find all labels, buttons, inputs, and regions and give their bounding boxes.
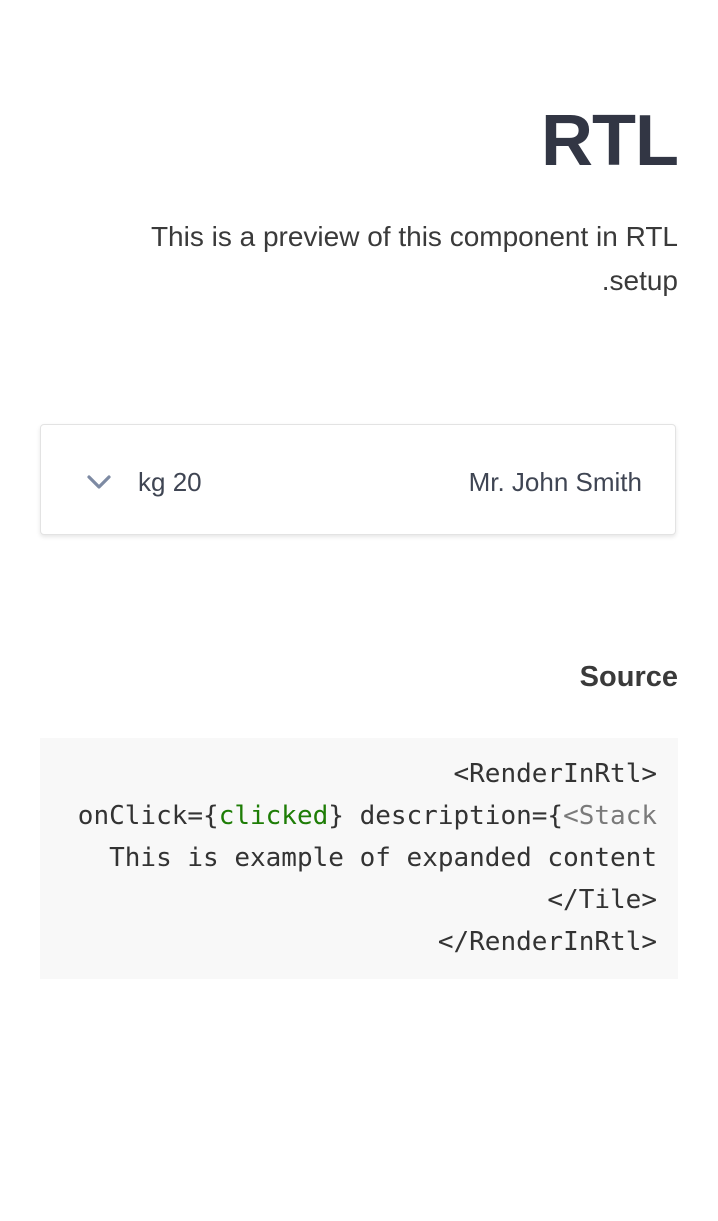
code-line-render-close: <RenderInRtl/> <box>437 927 657 957</box>
chevron-down-icon[interactable] <box>85 472 113 492</box>
code-line-expanded-content: This is example of expanded content <box>109 843 657 873</box>
page-title: RTL <box>541 101 679 181</box>
source-code-block: <RenderInRtl> onClick={clicked} descript… <box>40 738 678 979</box>
code-stack-token: <Stack <box>563 801 657 831</box>
code-clicked-token: clicked <box>218 801 329 831</box>
code-line-stack: onClick={clicked} description={<Stack <box>48 795 657 837</box>
code-onclick-token: onClick={ <box>77 801 219 831</box>
tile-name: Mr. John Smith <box>468 467 642 497</box>
tile-description: 20 kg <box>138 467 202 497</box>
code-line-render-open: <RenderInRtl> <box>453 759 658 789</box>
source-heading: Source <box>579 661 678 693</box>
expandable-tile[interactable]: Mr. John Smith 20 kg <box>40 424 676 535</box>
code-line-tile-close: <Tile/> <box>547 885 657 915</box>
code-description-token: } description={ <box>328 801 564 831</box>
page-description: This is a preview of this component in R… <box>150 221 678 296</box>
